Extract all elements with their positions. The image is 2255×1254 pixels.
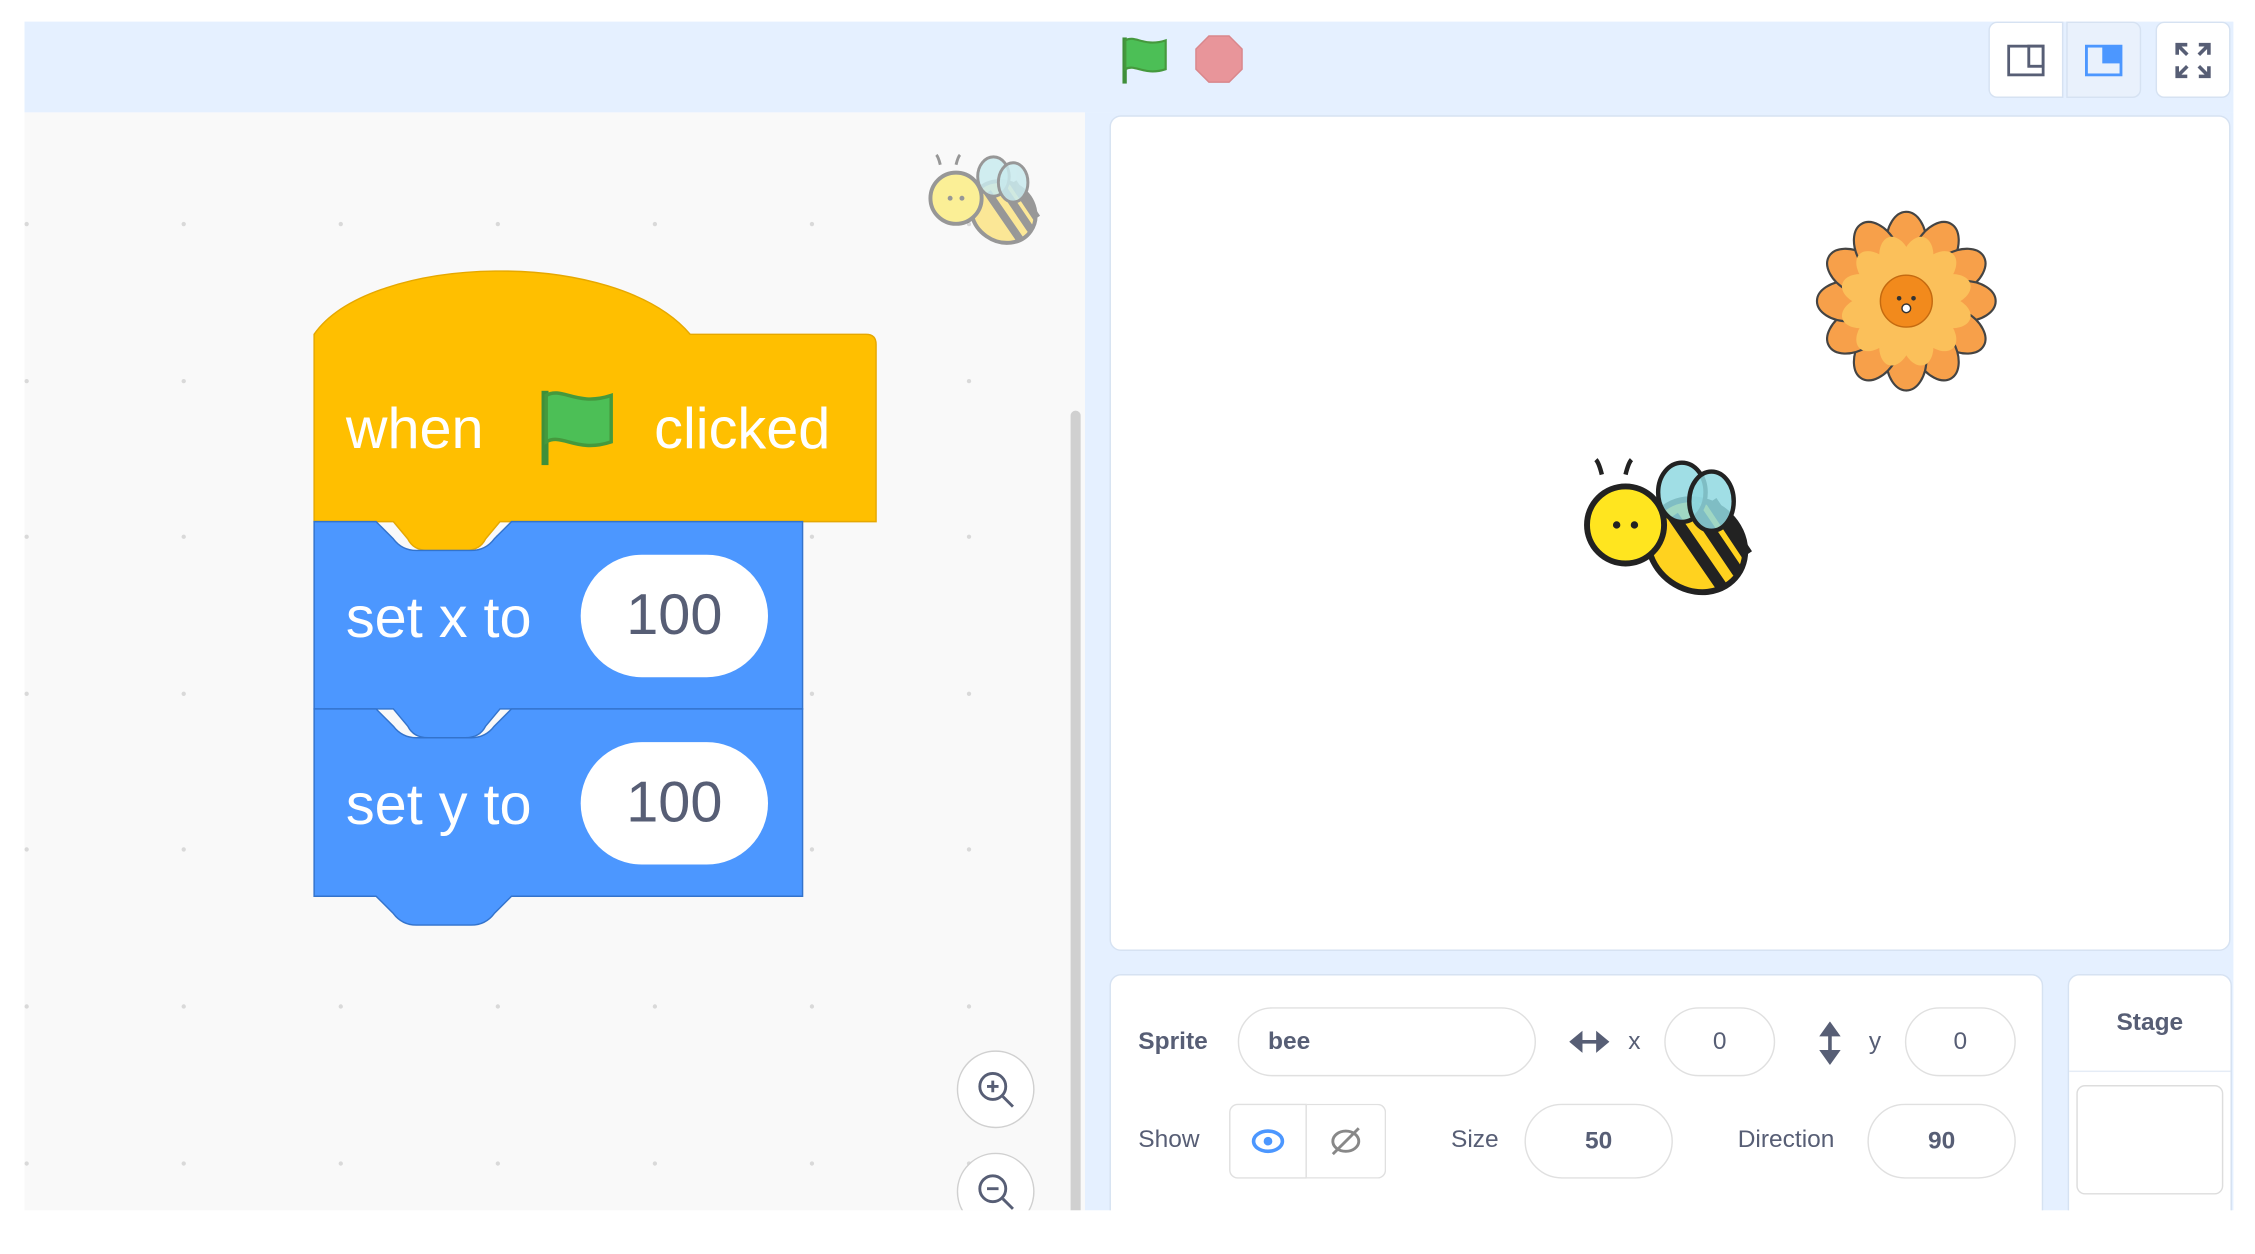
y-label: y (1868, 1027, 1882, 1055)
fullscreen-icon (2175, 42, 2211, 78)
size-label: Size (1450, 1125, 1499, 1153)
stage-thumbnail[interactable] (2076, 1084, 2224, 1195)
sprite-info-panel: Sprite bee x 0 y 0 Show Size 50 Directio… (1109, 974, 2044, 1234)
x-label: x (1628, 1027, 1641, 1055)
stop-icon[interactable] (1195, 35, 1244, 84)
eye-hidden-icon (1331, 1127, 1361, 1156)
grid-dot (181, 691, 186, 696)
normal-stage-button[interactable] (2066, 21, 2142, 98)
grid-dot (181, 1160, 186, 1166)
grid-dot (24, 1160, 29, 1166)
fullscreen-button[interactable] (2155, 21, 2231, 98)
size-input[interactable]: 50 (1524, 1103, 1673, 1179)
grid-dot (24, 691, 29, 696)
grid-dot (966, 1004, 972, 1009)
stage-title: Stage (2069, 975, 2231, 1073)
grid-dot (809, 1004, 815, 1009)
grid-dot (966, 691, 972, 696)
grid-dot (181, 534, 186, 540)
green-flag-icon[interactable] (1118, 35, 1170, 87)
grid-dot (652, 221, 658, 227)
hat-label-clicked: clicked (654, 397, 831, 462)
code-workspace[interactable]: when clicked set x to 100 set y to 100 (24, 112, 1085, 1211)
zoom-in-button[interactable] (956, 1050, 1035, 1129)
hide-sprite-button[interactable] (1306, 1103, 1387, 1179)
grid-dot (181, 378, 186, 383)
grid-dot (24, 221, 29, 227)
zoom-out-icon (978, 1174, 1014, 1210)
grid-dot (809, 1160, 815, 1166)
workspace-scrollbar[interactable] (1070, 410, 1081, 1211)
sprite-thumbnail-bee-icon (928, 153, 1041, 245)
page-bottom (0, 1210, 2255, 1254)
set-y-value-input[interactable]: 100 (580, 742, 768, 865)
grid-dot (809, 221, 815, 227)
small-stage-button[interactable] (1988, 21, 2064, 98)
grid-dot (24, 378, 29, 383)
grid-dot (966, 534, 972, 540)
green-flag-icon (541, 390, 613, 466)
grid-dot (652, 1004, 658, 1009)
eye-icon (1251, 1129, 1285, 1154)
stage-canvas[interactable] (1109, 115, 2231, 951)
grid-dot (181, 1004, 186, 1009)
horizontal-arrows-icon (1569, 1030, 1610, 1053)
y-position-input[interactable]: 0 (1904, 1007, 2016, 1077)
grid-dot (24, 1004, 29, 1009)
vertical-arrows-icon (1819, 1021, 1841, 1065)
grid-dot (495, 221, 500, 227)
direction-label: Direction (1737, 1125, 1835, 1153)
grid-dot (495, 1004, 500, 1009)
grid-dot (966, 378, 972, 383)
sprite-label: Sprite (1138, 1027, 1208, 1055)
grid-dot (24, 534, 29, 540)
grid-dot (338, 1160, 343, 1166)
direction-input[interactable]: 90 (1867, 1103, 2016, 1179)
hat-label-when: when (345, 397, 484, 462)
grid-dot (181, 221, 186, 227)
stage-selector-panel[interactable]: Stage (2067, 974, 2232, 1234)
small-stage-icon (2007, 43, 2045, 76)
sprite-name-input[interactable]: bee (1237, 1007, 1536, 1077)
grid-dot (495, 1160, 500, 1166)
grid-dot (652, 1160, 658, 1166)
x-position-input[interactable]: 0 (1664, 1007, 1776, 1077)
bee-sprite[interactable] (1581, 457, 1760, 613)
show-label: Show (1138, 1125, 1200, 1153)
show-sprite-button[interactable] (1229, 1103, 1307, 1179)
grid-dot (24, 847, 29, 853)
normal-stage-icon (2084, 43, 2123, 76)
grid-dot (966, 847, 972, 853)
set-y-label: set y to (345, 773, 532, 838)
flower-sprite[interactable] (1814, 209, 1998, 393)
set-x-value-input[interactable]: 100 (580, 554, 768, 678)
grid-dot (181, 847, 186, 853)
grid-dot (338, 221, 343, 227)
set-x-label: set x to (345, 586, 532, 650)
grid-dot (338, 1004, 343, 1009)
zoom-in-icon (978, 1072, 1014, 1108)
